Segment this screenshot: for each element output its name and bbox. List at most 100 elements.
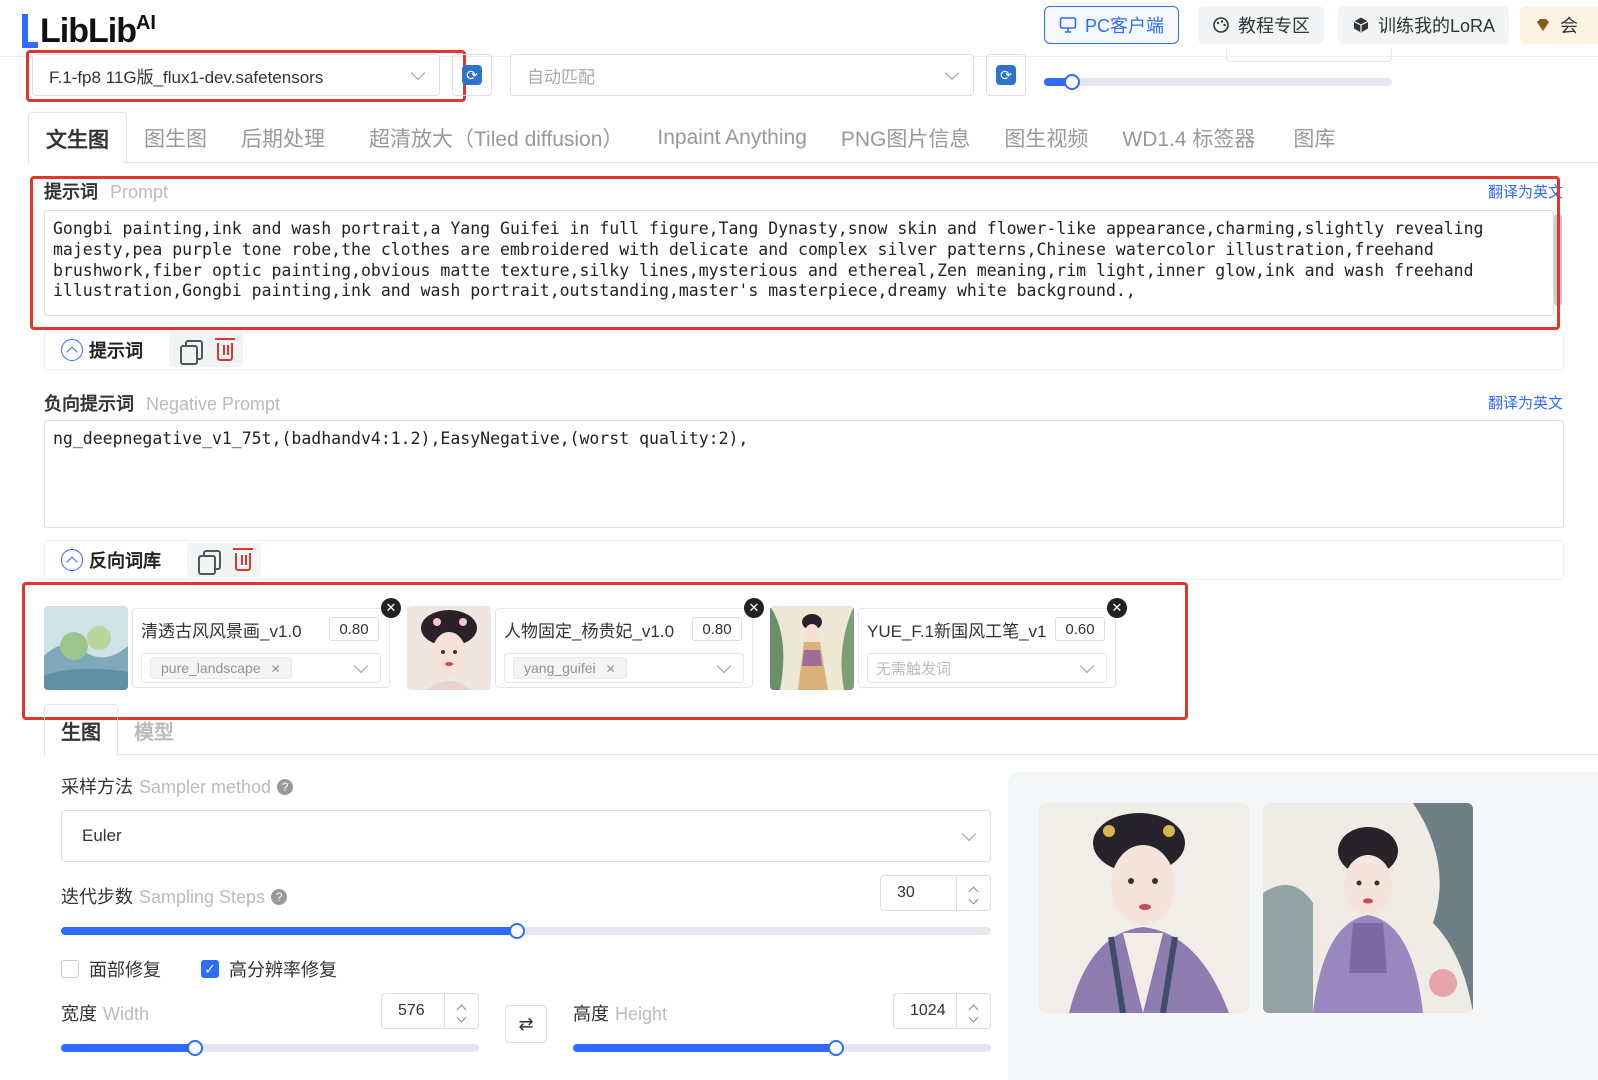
steps-stepper[interactable] — [956, 876, 990, 910]
sampler-label-text: 采样方法 — [61, 777, 133, 797]
hires-fix-option[interactable]: ✓ 高分辨率修复 — [201, 956, 337, 982]
negative-translate-link[interactable]: 翻译为英文 — [1488, 392, 1563, 413]
checkpoint-highlight — [26, 50, 466, 102]
tab-gallery[interactable]: 图库 — [1276, 112, 1352, 164]
sampler-select[interactable]: Euler — [61, 810, 991, 862]
sampler-value: Euler — [82, 826, 122, 845]
swap-dimensions-button[interactable]: ⇄ — [505, 1005, 547, 1043]
face-restore-checkbox[interactable] — [61, 960, 79, 978]
negative-toolbar: 反向词库 — [44, 540, 1564, 580]
checkpoint-refresh-button[interactable]: ⟳ — [452, 54, 492, 96]
subtabs-divider — [119, 754, 1598, 755]
steps-value: 30 — [897, 884, 915, 901]
width-slider-thumb[interactable] — [186, 1040, 203, 1056]
face-restore-option[interactable]: 面部修复 — [61, 956, 161, 982]
trash-icon[interactable] — [215, 338, 235, 361]
copy-icon[interactable] — [180, 340, 203, 365]
width-label-text: 宽度 — [61, 1004, 97, 1024]
vip-button[interactable]: 会 — [1520, 6, 1598, 44]
trash-icon[interactable] — [233, 548, 253, 571]
width-slider-fill — [61, 1044, 195, 1052]
width-value: 576 — [398, 1002, 425, 1019]
subtab-generate[interactable]: 生图 — [44, 704, 118, 756]
height-value: 1024 — [910, 1002, 946, 1019]
negative-label-text: 负向提示词 — [44, 394, 134, 414]
tab-png-info[interactable]: PNG图片信息 — [824, 112, 988, 164]
height-label: 高度 Height — [573, 1000, 667, 1026]
chevron-down-icon — [961, 826, 977, 841]
chevron-down-icon[interactable] — [456, 1012, 467, 1022]
help-icon[interactable]: ? — [271, 889, 288, 905]
tabs-divider — [123, 162, 1598, 163]
negative-tools — [187, 543, 261, 577]
width-stepper[interactable] — [444, 994, 478, 1028]
palette-icon — [1212, 16, 1230, 34]
subtab-model[interactable]: 模型 — [118, 704, 190, 756]
copy-icon[interactable] — [198, 550, 221, 575]
sampler-label: 采样方法 Sampler method? — [61, 773, 294, 799]
prompt-highlight — [30, 176, 1560, 330]
tab-txt2img[interactable]: 文生图 — [28, 112, 127, 164]
steps-slider-thumb[interactable] — [508, 923, 525, 939]
pc-client-label: PC客户端 — [1085, 16, 1165, 36]
tab-img2img[interactable]: 图生图 — [127, 112, 224, 164]
prompt-tools — [169, 333, 243, 367]
refresh-icon: ⟳ — [462, 65, 482, 85]
lora-highlight — [22, 582, 1188, 720]
clip-skip-slider[interactable] — [1044, 74, 1392, 90]
logo-sup: AI — [135, 12, 156, 34]
steps-label-en: Sampling Steps — [139, 887, 266, 907]
height-stepper[interactable] — [956, 994, 990, 1028]
tab-extras[interactable]: 后期处理 — [224, 112, 342, 164]
clip-skip-slider-thumb[interactable] — [1063, 74, 1080, 90]
output-preview-panel — [1008, 772, 1598, 1080]
tab-inpaint-anything[interactable]: Inpaint Anything — [640, 112, 823, 164]
height-slider-thumb[interactable] — [828, 1040, 845, 1056]
pc-client-button[interactable]: PC客户端 — [1044, 6, 1180, 44]
vip-label: 会 — [1560, 16, 1578, 36]
height-input[interactable]: 1024 — [893, 993, 991, 1029]
collapse-up-icon[interactable] — [61, 339, 83, 361]
chevron-down-icon[interactable] — [968, 894, 979, 904]
vae-placeholder: 自动匹配 — [527, 67, 595, 87]
clip-skip-input[interactable] — [1226, 48, 1392, 62]
negative-prompt-textarea[interactable]: ng_deepnegative_v1_75t,(badhandv4:1.2),E… — [44, 420, 1564, 528]
train-lora-label: 训练我的LoRA — [1378, 16, 1496, 36]
hires-fix-checkbox[interactable]: ✓ — [201, 960, 219, 978]
width-slider[interactable] — [61, 1040, 479, 1056]
refresh-icon: ⟳ — [996, 65, 1016, 85]
tab-wd14-tagger[interactable]: WD1.4 标签器 — [1105, 112, 1272, 164]
steps-input[interactable]: 30 — [880, 875, 991, 911]
generated-image-2[interactable] — [1263, 803, 1473, 1013]
vae-refresh-button[interactable]: ⟳ — [986, 54, 1026, 96]
vae-select[interactable]: 自动匹配 — [510, 54, 974, 96]
prompt-toolbar: 提示词 — [44, 330, 1564, 370]
steps-slider[interactable] — [61, 923, 991, 939]
steps-label-text: 迭代步数 — [61, 887, 133, 907]
width-input[interactable]: 576 — [381, 993, 479, 1029]
tab-tiled-diffusion[interactable]: 超清放大（Tiled diffusion） — [352, 112, 640, 164]
help-icon[interactable]: ? — [277, 779, 294, 795]
logo-text: LibLib — [40, 12, 137, 50]
swap-arrows-icon: ⇄ — [518, 1013, 534, 1034]
tab-img2video[interactable]: 图生视频 — [987, 112, 1105, 164]
liblib-logo[interactable]: LibLib AI — [22, 8, 156, 48]
prompt-toolbar-label[interactable]: 提示词 — [89, 337, 143, 363]
width-label-en: Width — [103, 1004, 150, 1024]
cube-icon — [1352, 16, 1370, 34]
main-tabs: 文生图 图生图 后期处理 超清放大（Tiled diffusion） Inpai… — [28, 110, 1352, 164]
collapse-up-icon[interactable] — [61, 549, 83, 571]
generated-image-1[interactable] — [1039, 803, 1249, 1013]
negative-prompt-label: 负向提示词 Negative Prompt — [44, 390, 280, 416]
chevron-down-icon[interactable] — [968, 1012, 979, 1022]
train-lora-button[interactable]: 训练我的LoRA — [1338, 6, 1510, 44]
height-label-text: 高度 — [573, 1004, 609, 1024]
height-slider[interactable] — [573, 1040, 991, 1056]
sampler-label-en: Sampler method — [139, 777, 272, 797]
width-label: 宽度 Width — [61, 1000, 149, 1026]
negative-toolbar-label[interactable]: 反向词库 — [89, 547, 161, 573]
hires-fix-label: 高分辨率修复 — [229, 960, 337, 980]
vip-diamond-icon — [1534, 16, 1552, 34]
tutorial-button[interactable]: 教程专区 — [1198, 6, 1324, 44]
settings-subtabs: 生图 模型 — [44, 702, 190, 756]
